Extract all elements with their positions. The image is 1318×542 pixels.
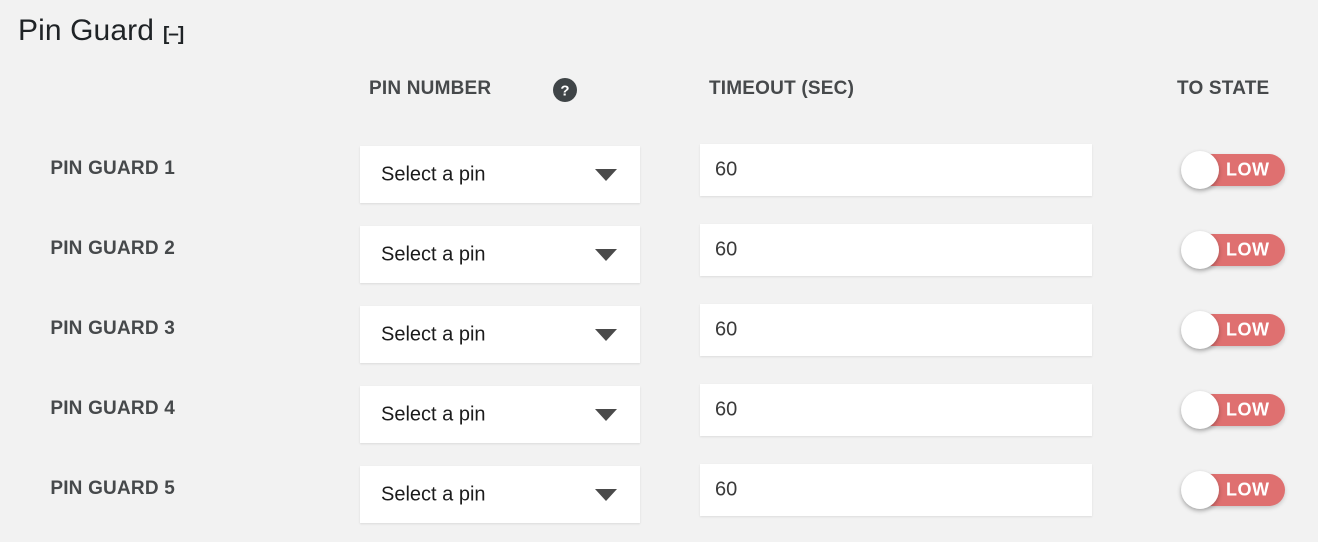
table-row: PIN GUARD 3 Select a pin 60 LOW	[0, 301, 1318, 381]
column-header-timeout: TIMEOUT (SEC)	[709, 78, 855, 99]
to-state-toggle-label: LOW	[1226, 399, 1270, 420]
toggle-knob	[1181, 231, 1219, 269]
chevron-down-icon	[595, 328, 617, 341]
pin-guard-row-label: PIN GUARD 4	[50, 398, 175, 419]
toggle-knob	[1181, 471, 1219, 509]
to-state-toggle[interactable]: LOW	[1181, 231, 1285, 269]
timeout-input[interactable]: 60	[700, 304, 1092, 356]
column-header-pin-number: PIN NUMBER	[369, 78, 492, 99]
toggle-knob	[1181, 151, 1219, 189]
timeout-input-value: 60	[715, 238, 738, 261]
timeout-input[interactable]: 60	[700, 144, 1092, 196]
to-state-toggle-label: LOW	[1226, 479, 1270, 500]
collapse-panel-toggle[interactable]: [–]	[163, 24, 184, 46]
chevron-down-icon	[595, 248, 617, 261]
to-state-toggle-label: LOW	[1226, 319, 1270, 340]
timeout-input-value: 60	[715, 158, 738, 181]
timeout-input-value: 60	[715, 398, 738, 421]
pin-guard-row-label: PIN GUARD 2	[50, 238, 175, 259]
page-title: Pin Guard [–]	[18, 14, 184, 48]
timeout-input[interactable]: 60	[700, 224, 1092, 276]
table-row: PIN GUARD 5 Select a pin 60 LOW	[0, 461, 1318, 541]
pin-guard-row-label: PIN GUARD 5	[50, 478, 175, 499]
pin-guard-row-label: PIN GUARD 1	[50, 158, 175, 179]
pin-guard-row-label: PIN GUARD 3	[50, 318, 175, 339]
table-row: PIN GUARD 4 Select a pin 60 LOW	[0, 381, 1318, 461]
column-headers: PIN NUMBER TIMEOUT (SEC) TO STATE	[0, 78, 1318, 108]
pin-number-select[interactable]: Select a pin	[360, 466, 640, 523]
pin-number-select-value: Select a pin	[381, 483, 486, 505]
pin-number-select[interactable]: Select a pin	[360, 226, 640, 283]
to-state-toggle[interactable]: LOW	[1181, 311, 1285, 349]
pin-number-select-value: Select a pin	[381, 323, 486, 345]
toggle-knob	[1181, 391, 1219, 429]
timeout-input-value: 60	[715, 318, 738, 341]
pin-number-select-value: Select a pin	[381, 243, 486, 265]
to-state-toggle[interactable]: LOW	[1181, 391, 1285, 429]
table-row: PIN GUARD 2 Select a pin 60 LOW	[0, 221, 1318, 301]
pin-number-select-value: Select a pin	[381, 403, 486, 425]
timeout-input[interactable]: 60	[700, 384, 1092, 436]
column-header-to-state: TO STATE	[1177, 78, 1270, 99]
pin-number-select[interactable]: Select a pin	[360, 306, 640, 363]
svg-text:?: ?	[560, 83, 569, 100]
timeout-input[interactable]: 60	[700, 464, 1092, 516]
to-state-toggle-label: LOW	[1226, 239, 1270, 260]
pin-number-select[interactable]: Select a pin	[360, 146, 640, 203]
table-row: PIN GUARD 1 Select a pin 60 LOW	[0, 141, 1318, 221]
to-state-toggle-label: LOW	[1226, 159, 1270, 180]
to-state-toggle[interactable]: LOW	[1181, 151, 1285, 189]
to-state-toggle[interactable]: LOW	[1181, 471, 1285, 509]
chevron-down-icon	[595, 408, 617, 421]
chevron-down-icon	[595, 488, 617, 501]
pin-number-select-value: Select a pin	[381, 163, 486, 185]
toggle-knob	[1181, 311, 1219, 349]
timeout-input-value: 60	[715, 478, 738, 501]
chevron-down-icon	[595, 168, 617, 181]
help-circle-icon[interactable]: ?	[553, 78, 577, 102]
pin-number-select[interactable]: Select a pin	[360, 386, 640, 443]
page-title-text: Pin Guard	[18, 14, 154, 47]
